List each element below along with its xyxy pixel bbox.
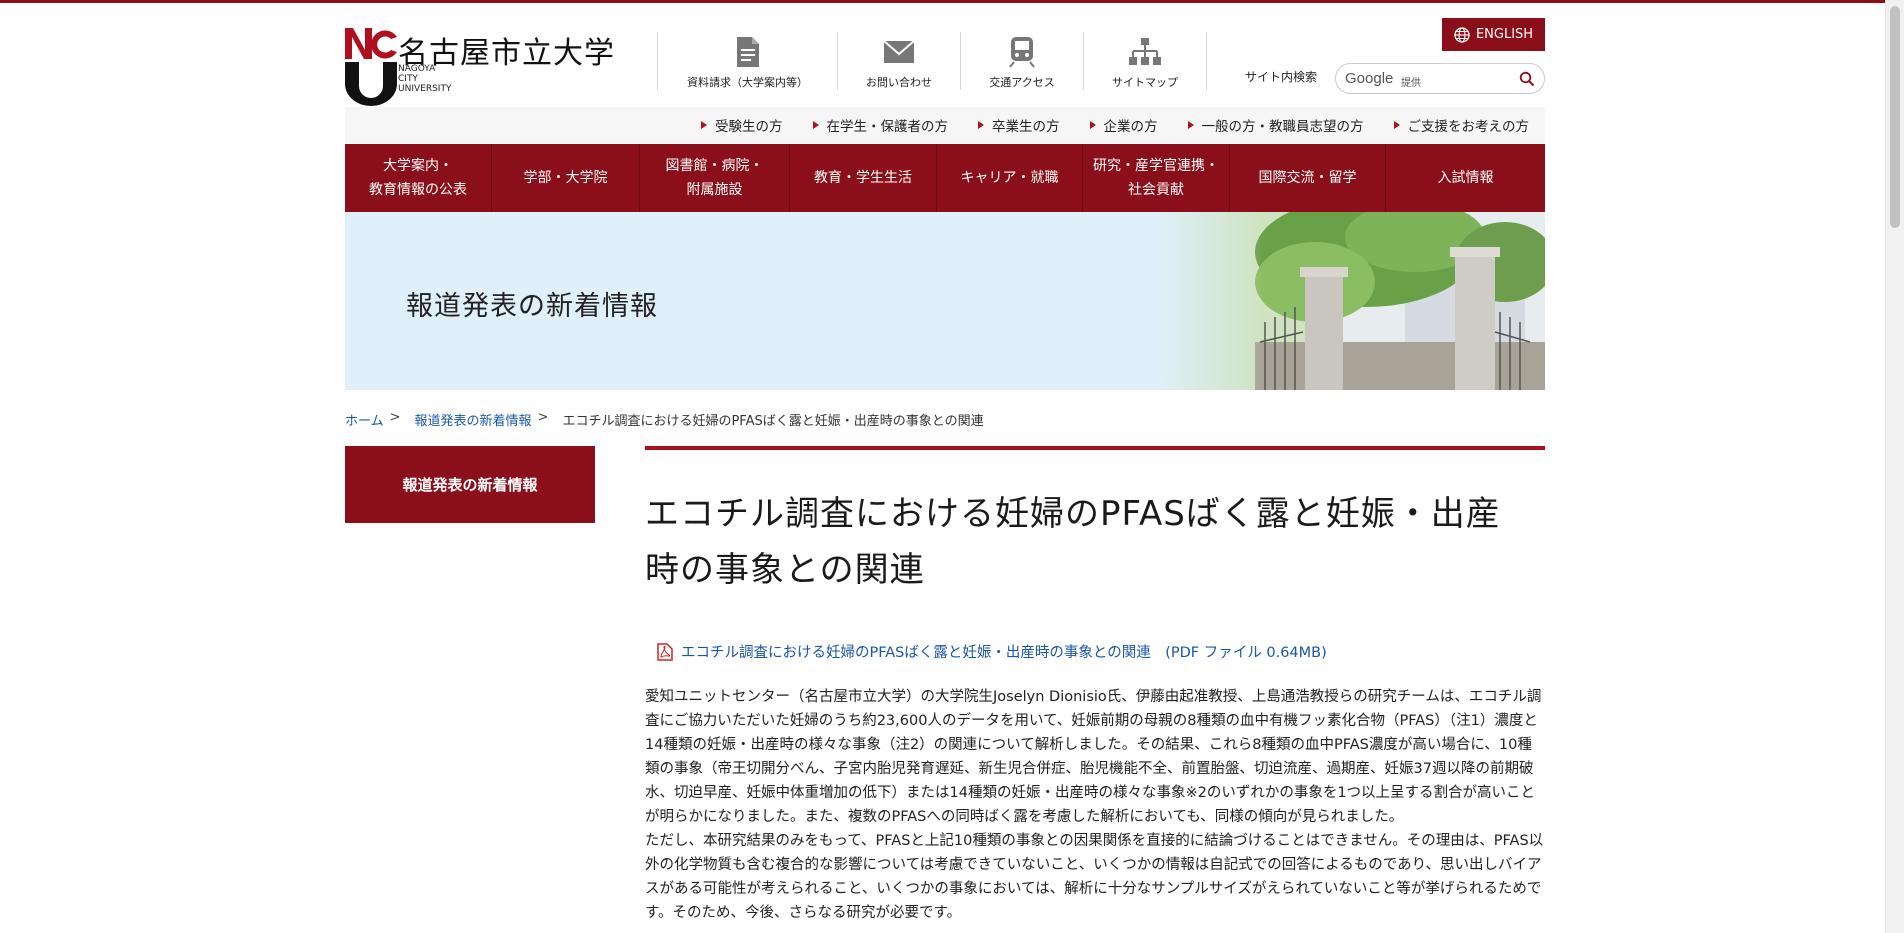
gnav-label: 附属施設 — [686, 182, 743, 198]
audience-nav: 受験生の方 在学生・保護者の方 卒業生の方 企業の方 一般の方・教職員志望の方 … — [345, 107, 1545, 143]
gnav-item-facilities[interactable]: 図書館・病院・ 附属施設 — [640, 144, 790, 212]
sidebar-section-link[interactable]: 報道発表の新着情報 — [345, 446, 595, 523]
article: エコチル調査における妊婦のPFASばく露と妊娠・出産 時の事象との関連 エコチル… — [645, 446, 1545, 925]
search-icon[interactable] — [1519, 71, 1535, 87]
english-button[interactable]: ENGLISH — [1442, 18, 1545, 51]
gnav-label: 教育情報の公表 — [369, 182, 467, 198]
hero-title: 報道発表の新着情報 — [406, 291, 658, 322]
mail-icon — [883, 34, 915, 70]
logo-en-line: NAGOYA — [398, 64, 436, 74]
sitemap-icon — [1128, 34, 1162, 70]
global-nav: 大学案内・ 教育情報の公表 学部・大学院 図書館・病院・ 附属施設 教育・学生生活 … — [345, 144, 1545, 212]
nc-logo-mark — [345, 28, 397, 106]
english-label: ENGLISH — [1475, 27, 1534, 42]
gnav-item-career[interactable]: キャリア・就職 — [937, 144, 1083, 212]
util-link-brochure[interactable]: 資料請求（大学案内等） — [657, 32, 837, 90]
util-label: お問い合わせ — [866, 76, 932, 89]
gnav-item-faculties[interactable]: 学部・大学院 — [492, 144, 640, 212]
globe-icon — [1454, 26, 1470, 43]
gnav-item-admissions[interactable]: 入試情報 — [1386, 144, 1545, 212]
breadcrumb-section[interactable]: 報道発表の新着情報 — [415, 410, 532, 429]
title-line: エコチル調査における妊婦のPFASばく露と妊娠・出産 — [645, 494, 1501, 534]
logo-english-name: NAGOYA CITY UNIVERSITY — [398, 64, 478, 94]
util-link-contact[interactable]: お問い合わせ — [837, 32, 960, 90]
breadcrumb: ホーム > 報道発表の新着情報 > エコチル調査における妊婦のPFASばく露と妊… — [345, 410, 984, 429]
article-body: 愛知ユニットセンター（名古屋市立大学）の大学院生Joselyn Dionisio… — [645, 685, 1545, 925]
google-provided-label: 提供 — [1401, 78, 1421, 89]
gnav-label: キャリア・就職 — [960, 170, 1059, 186]
page-title: エコチル調査における妊婦のPFASばく露と妊娠・出産 時の事象との関連 — [645, 486, 1545, 598]
breadcrumb-separator: > — [537, 410, 549, 425]
gnav-item-about[interactable]: 大学案内・教育情報の公表 — [345, 144, 492, 212]
pdf-link-text: エコチル調査における妊婦のPFASばく露と妊娠・出産時の事象との関連 (PDF … — [681, 645, 1327, 661]
gnav-label: 社会貢献 — [1128, 182, 1184, 198]
gnav-item-education[interactable]: 教育・学生生活 — [790, 144, 937, 212]
page-scrollbar[interactable] — [1885, 0, 1904, 933]
title-line: 時の事象との関連 — [645, 550, 925, 590]
breadcrumb-separator: > — [389, 410, 401, 425]
gnav-label: 研究・産学官連携・ — [1093, 158, 1219, 174]
audience-link-supporters[interactable]: ご支援をお考えの方 — [1394, 115, 1530, 135]
breadcrumb-current: エコチル調査における妊婦のPFASばく露と妊娠・出産時の事象との関連 — [562, 414, 984, 429]
site-search-label: サイト内検索 — [1245, 70, 1318, 84]
audience-link-students-parents[interactable]: 在学生・保護者の方 — [813, 115, 949, 135]
gnav-label: 入試情報 — [1437, 170, 1494, 186]
gnav-label: 学部・大学院 — [523, 170, 608, 186]
site-search-input[interactable]: Google 提供 — [1335, 63, 1545, 94]
university-logo[interactable]: 名古屋市立大学 NAGOYA CITY UNIVERSITY — [345, 28, 615, 106]
document-icon — [735, 34, 761, 70]
logo-en-line: UNIVERSITY — [398, 84, 452, 94]
util-label: 資料請求（大学案内等） — [687, 76, 808, 89]
page-hero: 報道発表の新着情報 — [345, 212, 1545, 390]
audience-link-alumni[interactable]: 卒業生の方 — [978, 115, 1060, 135]
gnav-label: 教育・学生生活 — [814, 170, 912, 186]
paragraph: ただし、本研究結果のみをもって、PFASと上記10種類の事象との因果関係を直接的… — [645, 833, 1544, 921]
gnav-label: 図書館・病院・ — [665, 158, 764, 174]
util-label: 交通アクセス — [989, 76, 1055, 89]
google-logo: Google — [1345, 70, 1394, 87]
util-link-access[interactable]: 交通アクセス — [960, 32, 1083, 90]
logo-en-line: CITY — [398, 74, 418, 84]
breadcrumb-home[interactable]: ホーム — [345, 410, 384, 429]
train-icon — [1009, 34, 1035, 70]
util-link-sitemap[interactable]: サイトマップ — [1083, 32, 1207, 90]
sidebar-label: 報道発表の新着情報 — [402, 476, 538, 494]
audience-link-companies[interactable]: 企業の方 — [1090, 115, 1158, 135]
gnav-label: 大学案内・ — [383, 158, 453, 174]
top-accent-line — [0, 0, 1885, 3]
article-top-rule — [645, 446, 1545, 450]
util-label: サイトマップ — [1112, 76, 1178, 89]
gnav-item-research[interactable]: 研究・産学官連携・ 社会貢献 — [1083, 144, 1230, 212]
pdf-icon — [657, 642, 673, 661]
campus-gate-photo — [1155, 212, 1545, 390]
audience-link-general[interactable]: 一般の方・教職員志望の方 — [1188, 115, 1364, 135]
gnav-item-international[interactable]: 国際交流・留学 — [1230, 144, 1386, 212]
audience-link-applicants[interactable]: 受験生の方 — [701, 115, 783, 135]
paragraph: 愛知ユニットセンター（名古屋市立大学）の大学院生Joselyn Dionisio… — [645, 689, 1542, 825]
pdf-download-link[interactable]: エコチル調査における妊婦のPFASばく露と妊娠・出産時の事象との関連 (PDF … — [657, 641, 1545, 662]
scrollbar-thumb[interactable] — [1890, 6, 1900, 228]
gnav-label: 国際交流・留学 — [1258, 170, 1357, 186]
